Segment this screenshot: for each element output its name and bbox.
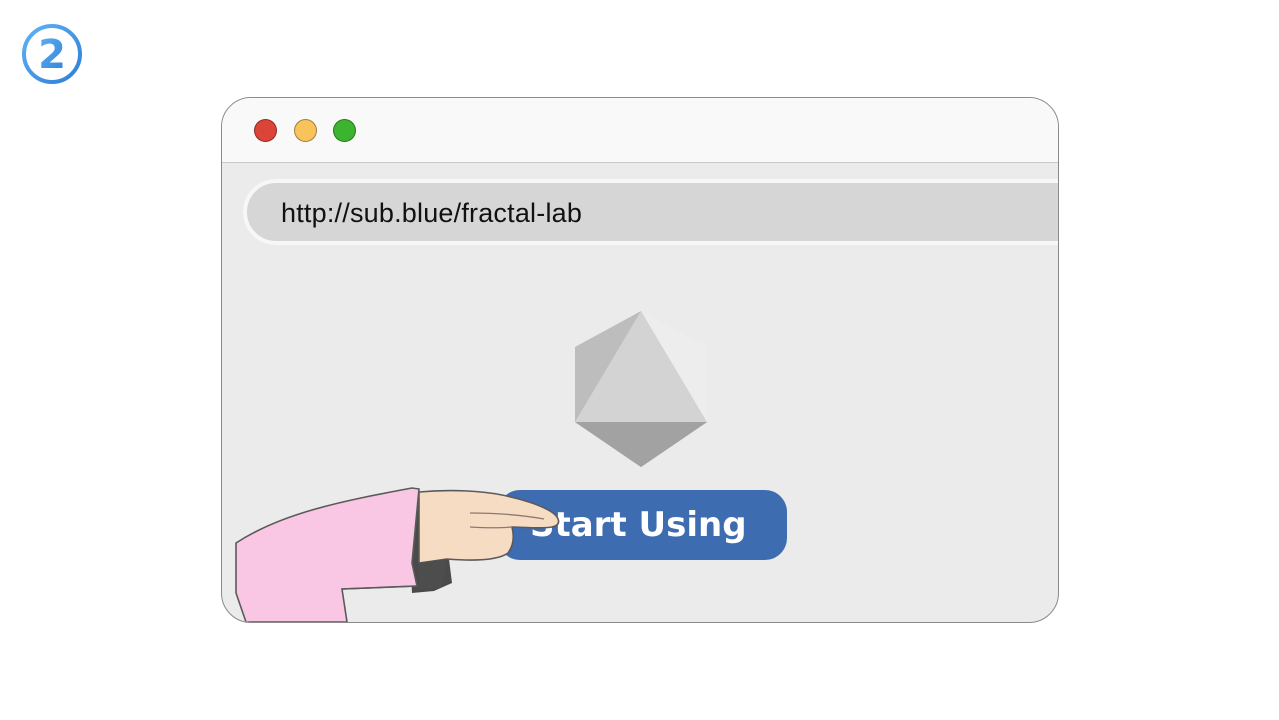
address-bar[interactable]: http://sub.blue/fractal-lab xyxy=(243,179,1058,245)
title-bar xyxy=(222,98,1058,163)
step-number-badge: 2 xyxy=(20,24,84,84)
url-text: http://sub.blue/fractal-lab xyxy=(281,198,583,228)
start-using-button[interactable]: Start Using xyxy=(498,490,787,560)
octahedron-icon xyxy=(575,311,707,467)
minimize-window-button[interactable] xyxy=(294,119,317,142)
browser-window: http://sub.blue/fractal-lab Start Using xyxy=(221,97,1059,623)
close-window-button[interactable] xyxy=(254,119,277,142)
step-number: 2 xyxy=(38,32,66,78)
maximize-window-button[interactable] xyxy=(333,119,356,142)
